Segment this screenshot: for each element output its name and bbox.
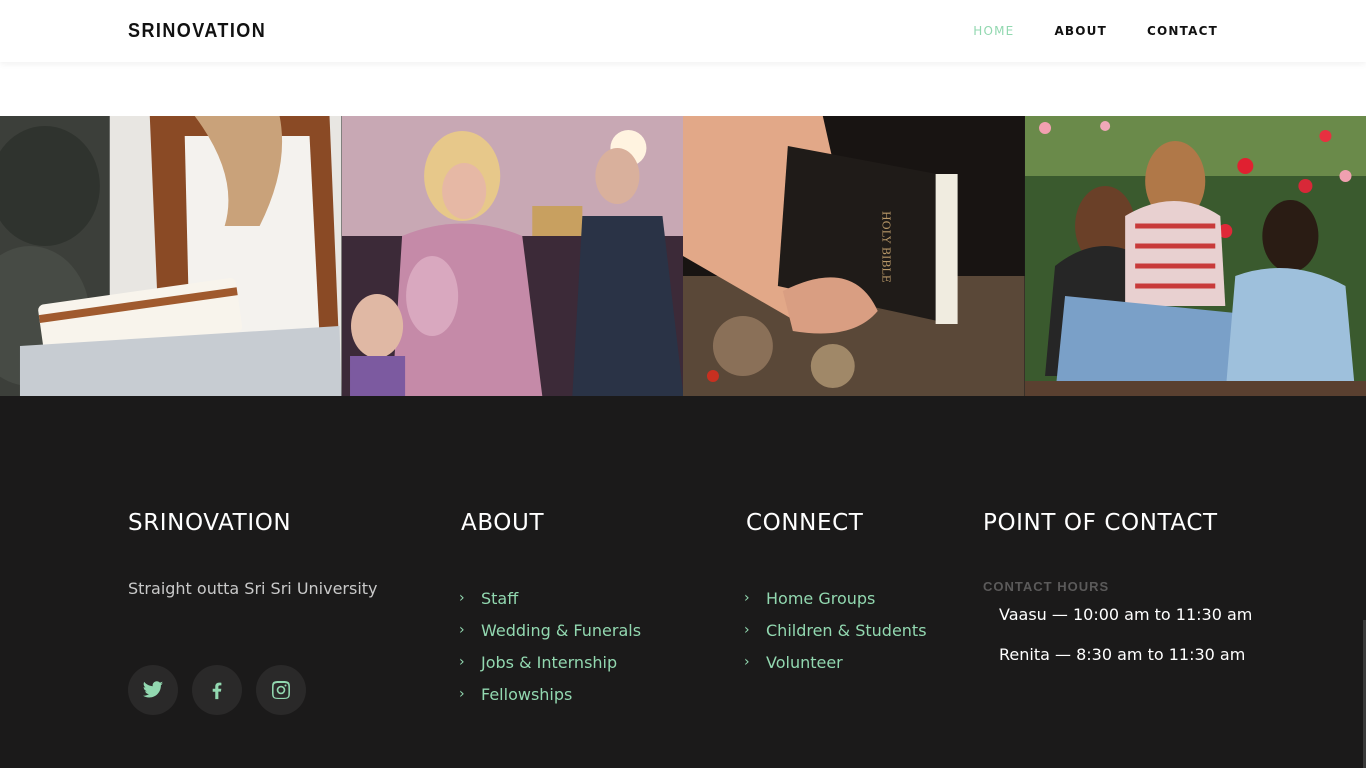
chevron-right-icon: › <box>459 590 465 606</box>
link-home-groups[interactable]: Home Groups <box>766 589 875 608</box>
gallery-image-friends <box>1024 116 1366 396</box>
site-header: SRINOVATION HOME ABOUT CONTACT <box>0 0 1366 62</box>
main-nav: HOME ABOUT CONTACT <box>973 24 1218 38</box>
list-item: › Staff <box>459 582 641 614</box>
list-item: › Home Groups <box>744 582 927 614</box>
instagram-icon <box>272 681 290 699</box>
instagram-button[interactable] <box>256 665 306 715</box>
header-spacer <box>0 62 1366 116</box>
contact-hours-list: Vaasu — 10:00 am to 11:30 am Renita — 8:… <box>999 605 1252 685</box>
nav-about[interactable]: ABOUT <box>1054 24 1107 38</box>
gallery-image-bible: HOLY BIBLE <box>683 116 1025 396</box>
facebook-button[interactable] <box>192 665 242 715</box>
twitter-icon <box>142 681 164 698</box>
nav-contact[interactable]: CONTACT <box>1147 24 1218 38</box>
list-item: › Fellowships <box>459 678 641 710</box>
footer-contact-title: POINT OF CONTACT <box>983 510 1218 536</box>
link-jobs-internship[interactable]: Jobs & Internship <box>481 653 617 672</box>
link-fellowships[interactable]: Fellowships <box>481 685 572 704</box>
list-item: › Jobs & Internship <box>459 646 641 678</box>
chevron-right-icon: › <box>459 622 465 638</box>
connect-links-list: › Home Groups › Children & Students › Volun… <box>744 582 927 678</box>
list-item: › Wedding & Funerals <box>459 614 641 646</box>
chevron-right-icon: › <box>459 654 465 670</box>
footer-connect-title: CONNECT <box>746 510 864 536</box>
list-item: › Volunteer <box>744 646 927 678</box>
link-children-students[interactable]: Children & Students <box>766 621 927 640</box>
chevron-right-icon: › <box>459 686 465 702</box>
link-staff[interactable]: Staff <box>481 589 518 608</box>
twitter-button[interactable] <box>128 665 178 715</box>
gallery-image-worship <box>341 116 683 396</box>
contact-hours-label: CONTACT HOURS <box>983 579 1110 594</box>
site-logo[interactable]: SRINOVATION <box>128 20 266 43</box>
social-links <box>128 665 306 715</box>
facebook-icon <box>212 682 222 700</box>
nav-home[interactable]: HOME <box>973 24 1014 38</box>
contact-hours-item: Renita — 8:30 am to 11:30 am <box>999 645 1246 664</box>
chevron-right-icon: › <box>744 654 750 670</box>
footer-tagline: Straight outta Sri Sri University <box>128 579 378 598</box>
footer-brand-title: SRINOVATION <box>128 510 292 536</box>
chevron-right-icon: › <box>744 590 750 606</box>
photo-gallery: HOLY BIBLE <box>0 116 1366 396</box>
list-item: › Children & Students <box>744 614 927 646</box>
gallery-image-reading <box>0 116 342 396</box>
chevron-right-icon: › <box>744 622 750 638</box>
link-wedding-funerals[interactable]: Wedding & Funerals <box>481 621 641 640</box>
footer-about-title: ABOUT <box>461 510 545 536</box>
about-links-list: › Staff › Wedding & Funerals › Jobs & Inter… <box>459 582 641 710</box>
link-volunteer[interactable]: Volunteer <box>766 653 843 672</box>
site-footer: SRINOVATION Straight outta Sri Sri Unive… <box>0 396 1366 768</box>
contact-hours-item: Vaasu — 10:00 am to 11:30 am <box>999 605 1253 624</box>
bible-cover-text: HOLY BIBLE <box>880 211 893 283</box>
